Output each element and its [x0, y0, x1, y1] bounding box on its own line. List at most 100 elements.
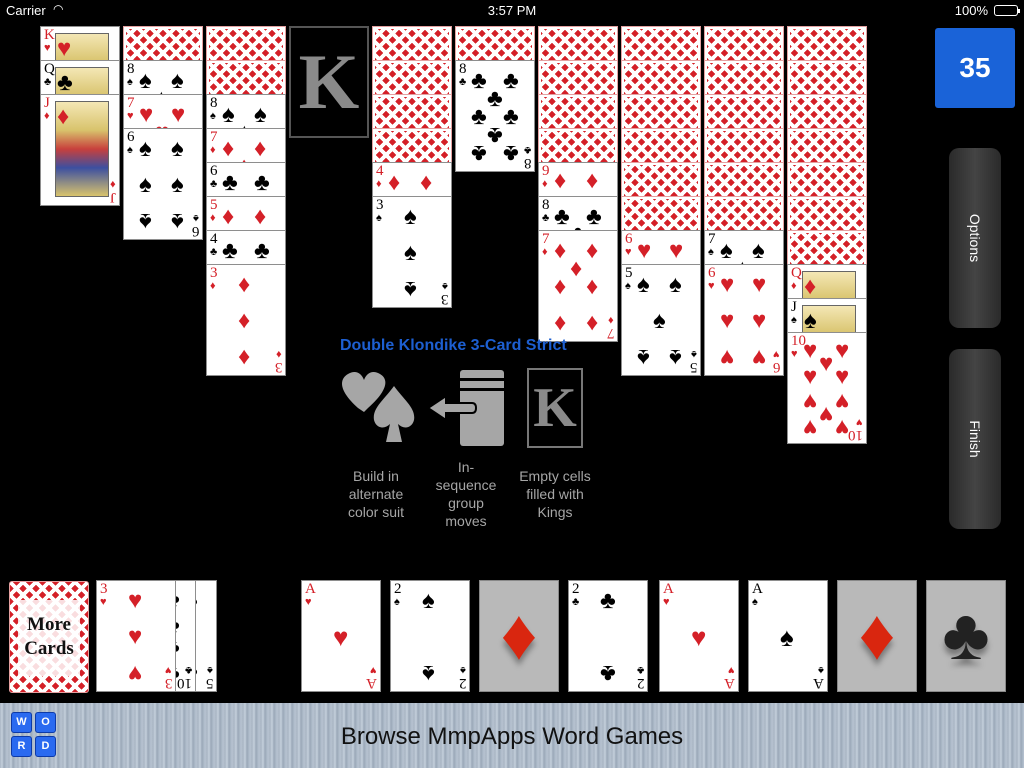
card-rank: 6 — [210, 163, 218, 179]
finish-label: Finish — [967, 420, 983, 458]
pip-icon: ♠ — [171, 135, 184, 163]
pip-icon: ♥ — [669, 237, 684, 265]
heart-spade-icon — [338, 368, 418, 446]
pip-icon: ♣ — [600, 659, 616, 687]
card-rank-bottom: 7 — [606, 325, 615, 341]
card-suit-icon: ♠ — [752, 596, 758, 608]
pip-icon: ♦ — [254, 203, 267, 231]
tableau-card[interactable]: J ♦ ♦ J ♦ — [40, 94, 120, 206]
banner-title: Browse MmpApps Word Games — [340, 723, 684, 750]
card-suit-icon: ♠ — [210, 110, 216, 122]
foundation-pile-8[interactable]: ♣ — [926, 580, 1006, 692]
empty-king-slot[interactable]: K — [289, 26, 369, 138]
card-suit-icon: ♣ — [572, 596, 580, 608]
pip-icon: ♥ — [128, 623, 143, 650]
pip-icon: ♥ — [835, 336, 850, 364]
pip-icon: ♠ — [171, 207, 184, 235]
card-rank-bottom: 2 — [458, 675, 467, 691]
pip-icon: ♦ — [57, 103, 70, 130]
tableau-card[interactable]: 5 ♠ ♠ ♠ ♠ ♠ ♠ 5 ♠ — [621, 264, 701, 376]
foundation-pile-4[interactable]: 2 ♣ ♣ ♣ 2 ♣ — [568, 580, 648, 692]
club-icon: ♣ — [942, 595, 990, 675]
options-label: Options — [967, 213, 983, 263]
pip-icon: ♥ — [835, 362, 850, 390]
pip-icon: ♣ — [487, 85, 503, 113]
card-suit-icon-bottom: ♦ — [608, 314, 614, 326]
foundation-pile-6[interactable]: A ♠ ♠ A ♠ — [748, 580, 828, 692]
card-rank: 8 — [210, 95, 218, 111]
finish-button[interactable]: Finish — [949, 349, 1001, 529]
foundation-pile-3[interactable]: ♦ — [479, 580, 559, 692]
pip-icon: ♥ — [128, 587, 143, 615]
tableau-card[interactable]: 7♦♦♦♦♦♦♦♦7♦ — [538, 230, 618, 342]
card-suit-icon: ♠ — [791, 314, 797, 326]
card-rank: J — [791, 299, 797, 315]
card-rank: J — [44, 95, 50, 111]
game-title: Double Klondike 3-Card Strict — [340, 337, 567, 354]
stock-pile-more-cards[interactable]: More Cards — [9, 581, 89, 693]
tableau-card[interactable]: 6♥♥♥♥♥♥♥6♥ — [704, 264, 784, 376]
card-suit-icon: ♥ — [127, 110, 134, 122]
card-rank-bottom: 10 — [177, 675, 192, 691]
card-suit-icon: ♠ — [127, 76, 133, 88]
card-rank-bottom: 2 — [636, 675, 645, 691]
pip-icon: ♠ — [139, 207, 152, 235]
pip-icon: ♥ — [720, 271, 735, 299]
card-rank-bottom: 8 — [523, 155, 532, 171]
foundation-pile-5[interactable]: A ♥ ♥ A ♥ — [659, 580, 739, 692]
pip-icon: ♦ — [254, 135, 267, 163]
pip-icon: ♥ — [171, 101, 186, 129]
ad-banner[interactable]: W O R D Browse MmpApps Word Games — [0, 703, 1024, 768]
pip-icon: ♦ — [238, 307, 251, 334]
diamond-icon: ♦ — [858, 595, 896, 675]
pip-icon: ♦ — [388, 169, 401, 197]
card-suit-icon: ♣ — [44, 76, 52, 88]
tableau-card[interactable]: 10 ♥ ♥ ♥ ♥ ♥ ♥ ♥ ♥ ♥ ♥ ♥ 10 ♥ — [787, 332, 867, 444]
card-suit-icon-bottom: ♥ — [856, 416, 863, 428]
pip-icon: ♣ — [254, 169, 270, 197]
card-rank: 8 — [542, 197, 550, 213]
tableau-card[interactable]: 3 ♠ ♠ ♠ ♠ 3 ♠ — [372, 196, 452, 308]
foundation-pile-1[interactable]: A ♥ ♥ A ♥ — [301, 580, 381, 692]
pip-icon: ♥ — [752, 307, 767, 334]
pip-icon: ♦ — [586, 166, 599, 194]
pip-icon: ♦ — [586, 273, 599, 300]
foundation-pile-2[interactable]: 2 ♠ ♠ ♠ 2 ♠ — [390, 580, 470, 692]
pip-icon: ♣ — [222, 169, 238, 197]
pip-icon: ♠ — [171, 171, 184, 198]
pip-icon: ♠ — [139, 171, 152, 198]
card-rank-bottom: 3 — [440, 291, 449, 307]
pip-icon: ♥ — [803, 388, 818, 416]
pip-icon: ♥ — [333, 622, 349, 652]
pip-icon: ♠ — [404, 275, 417, 303]
pip-icon: ♠ — [422, 587, 435, 615]
pip-icon: ♦ — [238, 343, 251, 371]
pip-icon: ♥ — [720, 343, 735, 371]
card-rank: 7 — [210, 129, 218, 145]
pip-icon: ♣ — [222, 237, 238, 265]
tableau-card[interactable]: 6 ♠ ♠ ♠ ♠ ♠ ♠ ♠ 6 ♠ — [123, 128, 203, 240]
pip-icon: ♥ — [139, 101, 154, 129]
waste-card[interactable]: 3 ♥ ♥ ♥ ♥ 3 ♥ — [96, 580, 176, 692]
card-suit-icon: ♣ — [542, 212, 550, 224]
card-rank-bottom: A — [366, 675, 377, 691]
foundation-pile-7[interactable]: ♦ — [837, 580, 917, 692]
card-rank: 4 — [210, 231, 218, 247]
pip-icon: ♣ — [471, 139, 487, 167]
card-rank: 2 — [572, 581, 580, 597]
pip-icon: ♠ — [139, 67, 152, 95]
card-rank-bottom: 10 — [848, 427, 863, 443]
pip-icon: ♦ — [586, 237, 599, 265]
pip-icon: ♥ — [803, 336, 818, 364]
tableau-card[interactable]: 8♣♣♣♣♣♣♣♣♣8♣ — [455, 60, 535, 172]
group-move-icon — [426, 368, 506, 448]
card-suit-icon: ♦ — [376, 178, 382, 190]
more-cards-label-1: More — [27, 614, 71, 635]
card-suit-icon-bottom: ♥ — [728, 664, 735, 676]
options-button[interactable]: Options — [949, 148, 1001, 328]
card-suit-icon: ♠ — [376, 212, 382, 224]
tableau-card[interactable]: 3 ♦ ♦ ♦ ♦ 3 ♦ — [206, 264, 286, 376]
card-rank-bottom: A — [813, 675, 824, 691]
pip-icon: ♠ — [669, 343, 682, 371]
pip-icon: ♦ — [804, 273, 817, 300]
